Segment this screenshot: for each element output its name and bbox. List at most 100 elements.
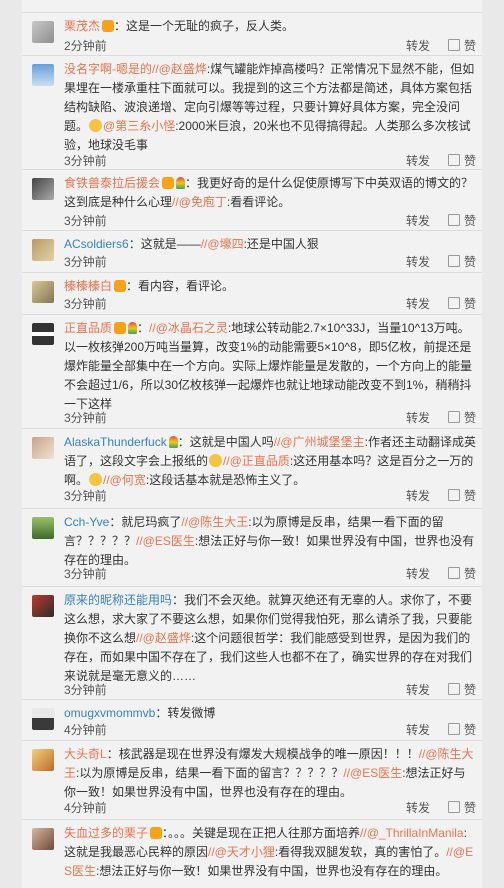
comment-body: :地球公转动能2.7×10^33J，当量10^13万吨。以一枚核弹200万吨当量… xyxy=(64,321,473,411)
like-button[interactable]: 赞 xyxy=(447,295,476,312)
thumbs-up-icon xyxy=(447,411,460,423)
avatar[interactable] xyxy=(32,749,54,771)
username-link[interactable]: Cch-Yve xyxy=(64,515,109,529)
comment-body: :看得我双腿发软，真的害怕了。 xyxy=(274,845,447,859)
username-link[interactable]: 栗茂杰 xyxy=(64,19,100,33)
comment-text: Cch-Yve：就尼玛疯了//@陈生大王:以为原博是反串，结果一看下面的留言？？… xyxy=(64,513,476,570)
comment-body: ：核武器是现在世界没有爆发大规模战争的唯一原因！！！ xyxy=(106,747,419,761)
repost-button[interactable]: 转发 xyxy=(406,487,430,504)
repost-button[interactable]: 转发 xyxy=(406,152,430,169)
vip-badge-icon xyxy=(162,177,175,189)
comment-meta: 3分钟前 转发 赞 xyxy=(64,295,476,311)
username-link[interactable]: 没名字啊-嗯是的 xyxy=(64,62,152,76)
avatar[interactable] xyxy=(32,239,54,261)
medal-icon xyxy=(168,436,178,448)
avatar[interactable] xyxy=(32,64,54,86)
mention-link[interactable]: //@壕四 xyxy=(201,237,244,251)
avatar[interactable] xyxy=(32,178,54,200)
mention-link[interactable]: //@何宽 xyxy=(103,473,146,487)
username-link[interactable]: 失血过多的栗子 xyxy=(64,826,148,840)
timestamp: 3分钟前 xyxy=(64,214,107,228)
comment-body: ：。。。关键是现在正把人往那方面培养 xyxy=(162,826,361,840)
comment-text: 原来的昵称还能用吗：我们不会灭绝。就算灭绝还有无辜的人。求你了，不要这么想，求大… xyxy=(64,591,476,686)
list-item: 没名字啊-嗯是的//@赵盛烨:煤气罐能炸掉高楼吗？正常情况下显然不能，但如果埋在… xyxy=(22,56,482,170)
username-link[interactable]: AlaskaThunderfuck xyxy=(64,435,167,449)
like-button[interactable]: 赞 xyxy=(447,487,476,504)
like-label: 赞 xyxy=(463,154,476,168)
comment-body: :这段话基本就是恐怖主义了。 xyxy=(145,473,306,487)
comment-meta: 3分钟前 转发 赞 xyxy=(64,152,476,168)
username-link[interactable]: ACsoldiers6 xyxy=(64,237,129,251)
avatar[interactable] xyxy=(32,595,54,617)
mention-link[interactable]: //@ES医生 xyxy=(136,534,195,548)
repost-button[interactable]: 转发 xyxy=(406,681,430,698)
mention-link[interactable]: //@赵盛烨 xyxy=(136,631,191,645)
like-label: 赞 xyxy=(463,39,476,53)
repost-button[interactable]: 转发 xyxy=(406,565,430,582)
username-link[interactable]: 正直品质 xyxy=(64,321,112,335)
like-label: 赞 xyxy=(463,214,476,228)
like-button[interactable]: 赞 xyxy=(447,721,476,738)
avatar[interactable] xyxy=(32,828,54,850)
avatar[interactable] xyxy=(32,437,54,459)
like-button[interactable]: 赞 xyxy=(447,37,476,54)
thumbs-up-icon xyxy=(447,801,460,813)
like-label: 赞 xyxy=(463,489,476,503)
username-link[interactable]: 榛榛榛白 xyxy=(64,279,112,293)
repost-button[interactable]: 转发 xyxy=(406,295,430,312)
list-item: 失血过多的栗子 ：。。。关键是现在正把人往那方面培养//@_ThrillaInMa… xyxy=(22,820,482,888)
repost-button[interactable]: 转发 xyxy=(406,253,430,270)
like-button[interactable]: 赞 xyxy=(447,799,476,816)
mention-link[interactable]: //@冰晶石之灵 xyxy=(149,321,228,335)
avatar[interactable] xyxy=(32,708,54,730)
avatar[interactable] xyxy=(32,21,54,43)
like-button[interactable]: 赞 xyxy=(447,253,476,270)
comment-meta: 4分钟前 转发 赞 xyxy=(64,721,476,737)
like-button[interactable]: 赞 xyxy=(447,152,476,169)
comment-meta: 3分钟前 转发 赞 xyxy=(64,212,476,228)
repost-button[interactable]: 转发 xyxy=(406,409,430,426)
medal-icon xyxy=(176,177,186,189)
username-link[interactable]: omugxvmommvb xyxy=(64,706,155,720)
comment-text: 榛榛榛白 ：看内容，看评论。 xyxy=(64,277,476,296)
comment-body: :还是中国人狠 xyxy=(243,237,319,251)
list-item: 榛榛榛白 ：看内容，看评论。 3分钟前 转发 赞 xyxy=(22,273,482,315)
timestamp: 3分钟前 xyxy=(64,411,107,425)
comment-text: 食铁兽泰拉后援会 ：我更好奇的是什么促使原博写下中英双语的博文的？这到底是种什么心… xyxy=(64,174,476,212)
list-item: AlaskaThunderfuck ：这就是中国人吗//@广州城堡堡主:作者还主动… xyxy=(22,429,482,509)
comment-meta: 3分钟前 转发 赞 xyxy=(64,253,476,269)
comment-meta: 3分钟前 转发 赞 xyxy=(64,487,476,503)
like-button[interactable]: 赞 xyxy=(447,681,476,698)
repost-button[interactable]: 转发 xyxy=(406,799,430,816)
mention-link[interactable]: //@_ThrillaInManila xyxy=(360,826,464,840)
mention-link[interactable]: //@天才小狸 xyxy=(208,845,275,859)
like-button[interactable]: 赞 xyxy=(447,212,476,229)
repost-button[interactable]: 转发 xyxy=(406,37,430,54)
avatar[interactable] xyxy=(32,281,54,303)
avatar[interactable] xyxy=(32,323,54,345)
thumbs-up-icon xyxy=(447,39,460,51)
comment-meta: 3分钟前 转发 赞 xyxy=(64,681,476,697)
username-link[interactable]: 原来的昵称还能用吗 xyxy=(64,593,172,607)
comment-meta: 2分钟前 转发 赞 xyxy=(64,37,476,53)
repost-button[interactable]: 转发 xyxy=(406,721,430,738)
username-link[interactable]: 大头奇L xyxy=(64,747,107,761)
comment-body: :想法正好与你一致！如果世界没有中国，世界也没有存在的理由。 xyxy=(96,864,448,878)
like-button[interactable]: 赞 xyxy=(447,409,476,426)
mention-link[interactable]: //@广州城堡堡主 xyxy=(274,435,365,449)
mention-link[interactable]: //@免庖丁 xyxy=(172,195,227,209)
avatar[interactable] xyxy=(32,517,54,539)
list-item: 栗茂杰 ：这是一个无耻的疯子，反人类。 2分钟前 转发 赞 xyxy=(22,13,482,56)
list-item: Cch-Yve：就尼玛疯了//@陈生大王:以为原博是反串，结果一看下面的留言？？… xyxy=(22,509,482,587)
mention-link[interactable]: //@正直品质 xyxy=(223,454,290,468)
mention-link[interactable]: //@赵盛烨 xyxy=(152,62,207,76)
comment-meta: 3分钟前 转发 赞 xyxy=(64,409,476,425)
timestamp: 3分钟前 xyxy=(64,489,107,503)
mention-link[interactable]: //@陈生大王 xyxy=(181,515,248,529)
username-link[interactable]: 食铁兽泰拉后援会 xyxy=(64,176,160,190)
repost-button[interactable]: 转发 xyxy=(406,212,430,229)
mention-link[interactable]: //@ES医生 xyxy=(343,766,402,780)
like-button[interactable]: 赞 xyxy=(447,565,476,582)
mention-link[interactable]: @第三糸小怪 xyxy=(103,119,175,133)
timestamp: 4分钟前 xyxy=(64,723,107,737)
